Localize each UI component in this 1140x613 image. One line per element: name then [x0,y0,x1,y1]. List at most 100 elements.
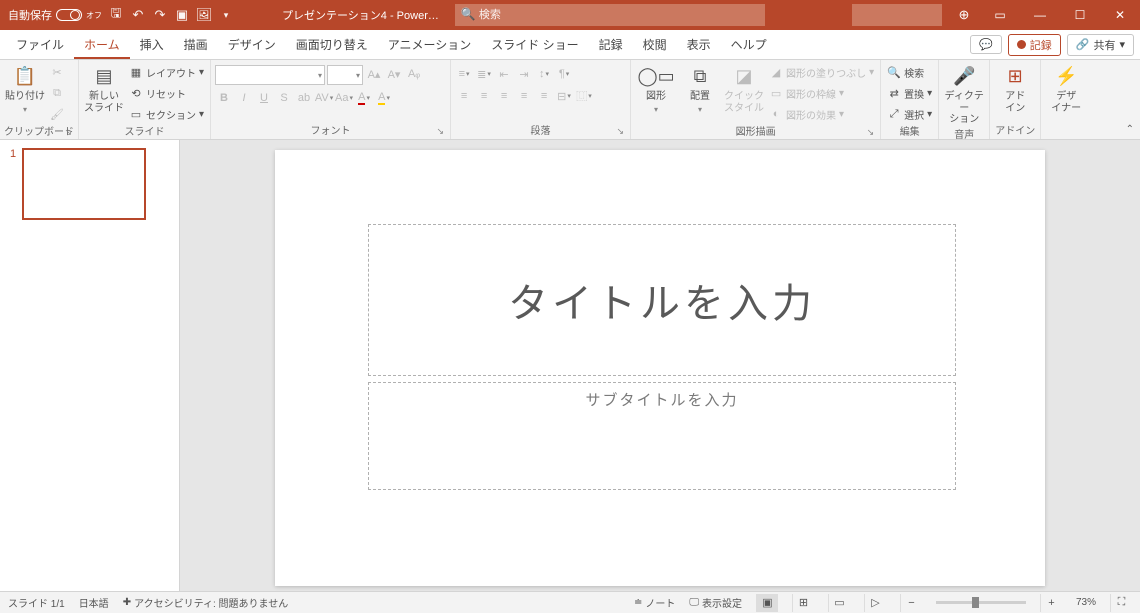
tab-draw[interactable]: 描画 [174,30,218,59]
dictate-button[interactable]: 🎤ディクテー ション [943,61,985,126]
qat-customize-icon[interactable]: ▾ [218,7,234,23]
autosave-toggle[interactable]: 自動保存 オフ [8,7,102,23]
tab-animations[interactable]: アニメーション [378,30,482,59]
sorter-view-button[interactable]: ⊞ [792,594,814,612]
align-left-button[interactable]: ≡ [455,87,473,105]
accessibility-checker[interactable]: ✚アクセシビリティ: 問題ありません [123,595,289,610]
slide-counter[interactable]: スライド 1/1 [8,595,65,610]
display-settings-button[interactable]: 🖵表示設定 [689,595,742,610]
quick-styles-button[interactable]: ◪クイック スタイル [723,61,765,114]
arrange-button[interactable]: ⧉配置▾ [679,61,721,114]
share-button[interactable]: 🔗 共有 ▾ [1067,34,1134,56]
increase-indent-button[interactable]: ⇥ [515,65,533,83]
paste-button[interactable]: 📋 貼り付け ▾ [4,61,46,114]
slide-editor[interactable]: タイトルを入力 サブタイトルを入力 [180,140,1140,591]
subtitle-placeholder[interactable]: サブタイトルを入力 [368,382,956,490]
char-spacing-button[interactable]: AV [315,89,333,107]
coming-soon-icon[interactable]: ⊕ [948,7,980,23]
change-case-button[interactable]: Aa [335,89,353,107]
distribute-button[interactable]: ≡ [535,87,553,105]
bullets-button[interactable]: ≡ [455,65,473,83]
thumbnail-1[interactable]: 1 [10,148,169,220]
replace-button[interactable]: ⇄置換 ▾ [885,84,934,102]
minimize-button[interactable]: — [1020,0,1060,30]
align-right-button[interactable]: ≡ [495,87,513,105]
comments-button[interactable]: 💬 [970,35,1002,54]
text-direction-button[interactable]: ¶ [555,65,573,83]
find-button[interactable]: 🔍検索 [885,63,934,81]
clear-formatting-button[interactable]: Aᵩ [405,65,423,83]
redo-icon[interactable]: ↷ [152,7,168,23]
font-size-select[interactable] [327,65,363,85]
bold-button[interactable]: B [215,89,233,107]
align-center-button[interactable]: ≡ [475,87,493,105]
tab-design[interactable]: デザイン [218,30,286,59]
italic-button[interactable]: I [235,89,253,107]
language-indicator[interactable]: 日本語 [79,595,109,610]
shapes-button[interactable]: ◯▭図形▾ [635,61,677,114]
shape-fill-button[interactable]: ◢図形の塗りつぶし ▾ [767,63,876,81]
section-button[interactable]: ▭セクション ▾ [127,105,206,123]
tab-file[interactable]: ファイル [6,30,74,59]
decrease-indent-button[interactable]: ⇤ [495,65,513,83]
slide-thumbnail-pane[interactable]: 1 [0,140,180,591]
slideshow-view-button[interactable]: ▷ [864,594,886,612]
decrease-font-button[interactable]: A▾ [385,65,403,83]
numbering-button[interactable]: ≣ [475,65,493,83]
tab-insert[interactable]: 挿入 [130,30,174,59]
tab-view[interactable]: 表示 [677,30,721,59]
notes-button[interactable]: ≐ノート [634,595,675,610]
justify-button[interactable]: ≡ [515,87,533,105]
shadow-button[interactable]: ab [295,89,313,107]
copy-button[interactable]: ⧉ [48,84,66,102]
maximize-button[interactable]: ☐ [1060,0,1100,30]
columns-button[interactable]: ⊟ [555,87,573,105]
smartart-button[interactable]: ⿶ [575,87,593,105]
ribbon-display-icon[interactable]: ▭ [980,0,1020,30]
highlight-button[interactable]: A [375,89,393,107]
tab-review[interactable]: 校閲 [633,30,677,59]
dialog-launcher-icon[interactable]: ↘ [867,127,875,138]
reading-view-button[interactable]: ▭ [828,594,850,612]
font-name-select[interactable] [215,65,325,85]
tab-slideshow[interactable]: スライド ショー [481,30,588,59]
line-spacing-button[interactable]: ↕ [535,65,553,83]
layout-button[interactable]: ▦レイアウト ▾ [127,63,206,81]
account-area[interactable] [852,4,942,26]
cut-button[interactable]: ✂ [48,63,66,81]
font-color-button[interactable]: A [355,89,373,107]
designer-button[interactable]: ⚡デザ イナー [1045,61,1087,114]
strikethrough-button[interactable]: S [275,89,293,107]
tab-transitions[interactable]: 画面切り替え [286,30,378,59]
zoom-slider[interactable] [936,601,1026,604]
format-painter-button[interactable]: 🖌 [48,105,66,123]
normal-view-button[interactable]: ▣ [756,594,778,612]
tab-record[interactable]: 記録 [589,30,633,59]
from-beginning-icon[interactable]: ▣ [174,7,190,23]
underline-button[interactable]: U [255,89,273,107]
zoom-out-button[interactable]: − [900,594,922,612]
dialog-launcher-icon[interactable]: ↘ [436,126,444,137]
fit-to-window-button[interactable]: ⛶ [1110,594,1132,612]
select-button[interactable]: ⤢選択 ▾ [885,105,934,123]
tab-home[interactable]: ホーム [74,30,130,59]
search-input[interactable] [455,4,765,26]
zoom-in-button[interactable]: + [1040,594,1062,612]
title-placeholder[interactable]: タイトルを入力 [368,224,956,376]
reset-button[interactable]: ⟲リセット [127,84,206,102]
collapse-ribbon-button[interactable]: ⌃ [1126,124,1134,135]
shape-effects-button[interactable]: ◐図形の効果 ▾ [767,105,876,123]
save-icon[interactable]: 🖫 [108,7,124,23]
record-button[interactable]: 記録 [1008,34,1061,56]
tab-help[interactable]: ヘルプ [721,30,777,59]
increase-font-button[interactable]: A▴ [365,65,383,83]
new-slide-button[interactable]: ▤ 新しい スライド [83,61,125,114]
slide-canvas[interactable]: タイトルを入力 サブタイトルを入力 [275,150,1045,586]
shape-outline-button[interactable]: ▭図形の枠線 ▾ [767,84,876,102]
dialog-launcher-icon[interactable]: ↘ [64,127,72,138]
insert-picture-icon[interactable]: 🖼 [196,7,212,23]
addins-button[interactable]: ⊞アド イン [994,61,1036,114]
dialog-launcher-icon[interactable]: ↘ [616,126,624,137]
undo-icon[interactable]: ↶ [130,7,146,23]
close-button[interactable]: ✕ [1100,0,1140,30]
